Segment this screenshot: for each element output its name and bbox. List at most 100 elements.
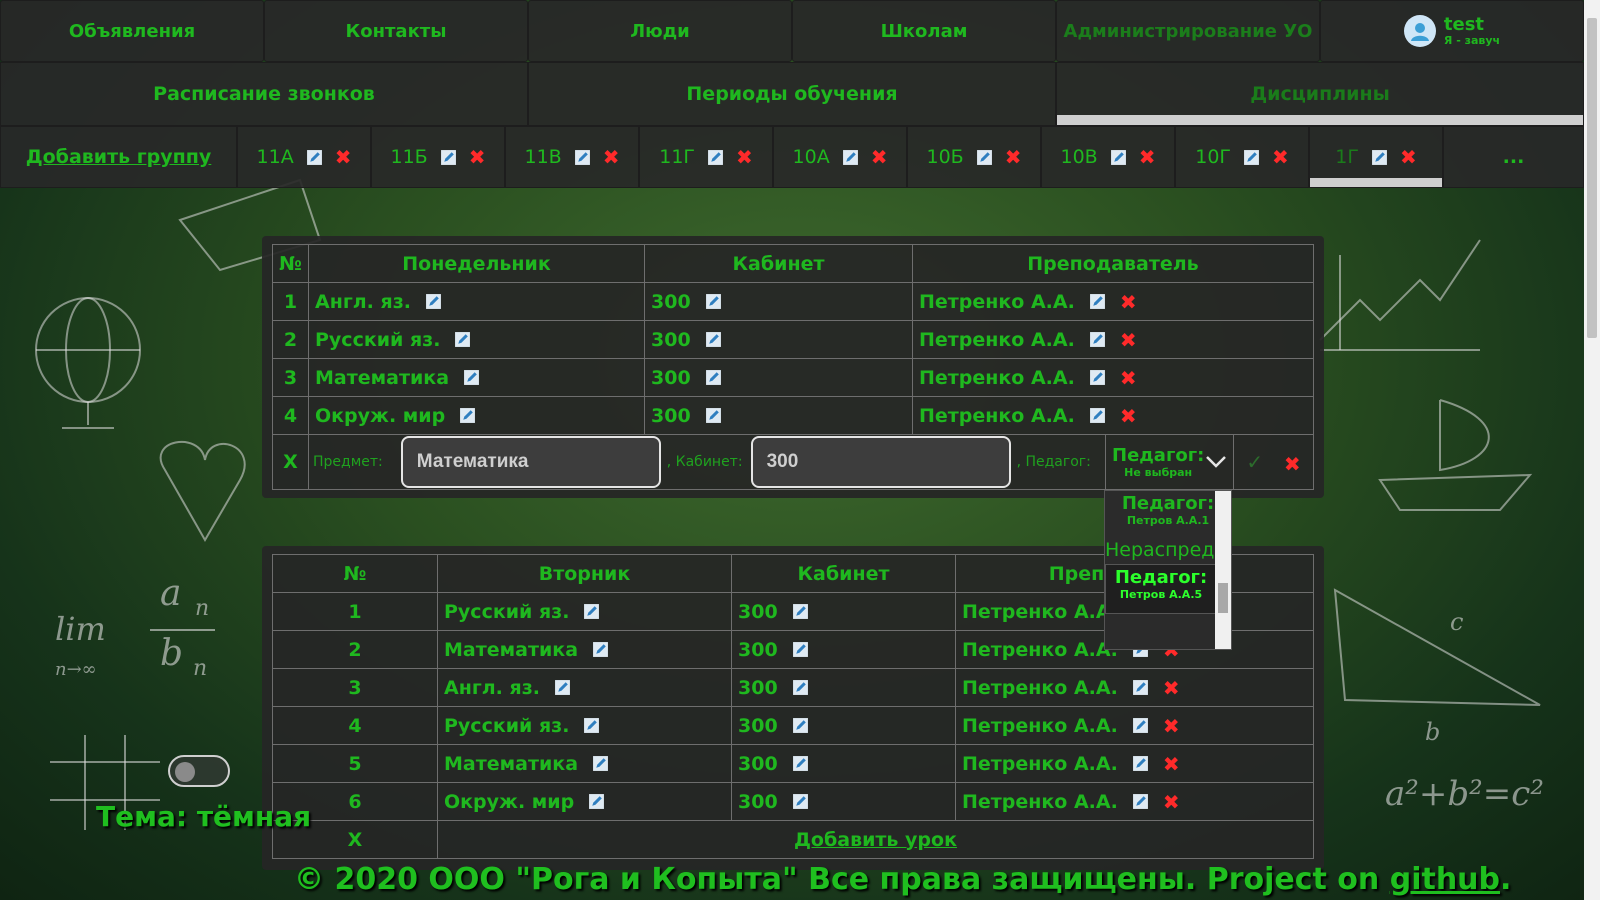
page-scroll-thumb[interactable] — [1587, 18, 1597, 338]
edit-icon[interactable] — [792, 755, 809, 772]
delete-icon[interactable]: ✖ — [1120, 292, 1137, 312]
lesson-subject: Англ. яз. — [444, 676, 540, 699]
svg-text:c: c — [1450, 608, 1463, 636]
edit-icon[interactable] — [1089, 331, 1106, 348]
theme-toggle[interactable] — [168, 755, 230, 787]
nav-announcements[interactable]: Объявления — [0, 0, 264, 62]
edit-icon[interactable] — [554, 679, 571, 696]
edit-icon[interactable] — [707, 149, 724, 166]
teacher-select-value: Не выбран — [1124, 466, 1193, 479]
svg-text:b: b — [1425, 718, 1440, 746]
nav-people[interactable]: Люди — [528, 0, 792, 62]
group-tab[interactable]: 10А ✖ — [773, 126, 907, 188]
dropdown-scrollbar[interactable] — [1215, 491, 1231, 649]
edit-icon[interactable] — [1132, 717, 1149, 734]
delete-icon[interactable]: ✖ — [469, 147, 486, 167]
edit-icon[interactable] — [792, 603, 809, 620]
room-input[interactable]: 300 — [750, 436, 1011, 488]
edit-icon[interactable] — [1132, 755, 1149, 772]
edit-icon[interactable] — [1089, 293, 1106, 310]
edit-icon[interactable] — [592, 641, 609, 658]
dropdown-scroll-thumb[interactable] — [1218, 583, 1228, 613]
teacher-select[interactable]: Педагог: Не выбран — [1106, 435, 1233, 489]
group-tab[interactable]: 11Б ✖ — [371, 126, 505, 188]
edit-icon[interactable] — [1110, 149, 1127, 166]
edit-icon[interactable] — [705, 407, 722, 424]
edit-icon[interactable] — [1132, 793, 1149, 810]
delete-icon[interactable]: ✖ — [1120, 406, 1137, 426]
edit-icon[interactable] — [976, 149, 993, 166]
tab-disciplines[interactable]: Дисциплины — [1056, 62, 1584, 126]
user-name: test — [1443, 14, 1485, 36]
edit-icon[interactable] — [1243, 149, 1260, 166]
edit-icon[interactable] — [459, 407, 476, 424]
edit-icon[interactable] — [583, 717, 600, 734]
chevron-down-icon — [1206, 456, 1226, 468]
edit-icon[interactable] — [1089, 369, 1106, 386]
more-groups-button[interactable]: ... — [1443, 126, 1584, 188]
teacher-option[interactable]: Педагог: Петров А.А.1 — [1105, 491, 1231, 537]
edit-icon[interactable] — [1089, 407, 1106, 424]
edit-icon[interactable] — [705, 369, 722, 386]
tab-bell-schedule[interactable]: Расписание звонков — [0, 62, 528, 126]
confirm-icon[interactable]: ✓ — [1246, 450, 1263, 474]
user-menu[interactable]: test Я - завуч — [1320, 0, 1584, 62]
delete-icon[interactable]: ✖ — [335, 147, 352, 167]
edit-icon[interactable] — [705, 293, 722, 310]
edit-icon[interactable] — [306, 149, 323, 166]
edit-icon[interactable] — [1132, 679, 1149, 696]
group-tab[interactable]: 11Г ✖ — [639, 126, 773, 188]
group-tab[interactable]: 10Г ✖ — [1175, 126, 1309, 188]
edit-icon[interactable] — [792, 641, 809, 658]
edit-icon[interactable] — [583, 603, 600, 620]
teacher-dropdown-list[interactable]: Педагог: Петров А.А.1 Нераспределённые: … — [1104, 490, 1232, 650]
lesson-number: 2 — [272, 320, 309, 359]
github-link[interactable]: github — [1390, 862, 1500, 897]
group-tab[interactable]: 11В ✖ — [505, 126, 639, 188]
delete-icon[interactable]: ✖ — [1139, 147, 1156, 167]
table-row: 5 Математика 300 Петренко А.А. ✖ — [272, 744, 1314, 783]
delete-icon[interactable]: ✖ — [1120, 330, 1137, 350]
edit-icon[interactable] — [588, 793, 605, 810]
group-tab[interactable]: 10В ✖ — [1041, 126, 1175, 188]
delete-icon[interactable]: ✖ — [1163, 716, 1180, 736]
tab-study-periods[interactable]: Периоды обучения — [528, 62, 1056, 126]
edit-icon[interactable] — [574, 149, 591, 166]
edit-icon[interactable] — [463, 369, 480, 386]
page-scrollbar[interactable] — [1584, 0, 1600, 900]
delete-icon[interactable]: ✖ — [1163, 754, 1180, 774]
delete-icon[interactable]: ✖ — [736, 147, 753, 167]
teacher-option-selected[interactable]: Педагог: Петров А.А.5 — [1105, 564, 1217, 614]
edit-icon[interactable] — [425, 293, 442, 310]
nav-schools[interactable]: Школам — [792, 0, 1056, 62]
add-group-link[interactable]: Добавить группу — [0, 126, 237, 188]
delete-icon[interactable]: ✖ — [1272, 147, 1289, 167]
edit-icon[interactable] — [792, 717, 809, 734]
nav-contacts[interactable]: Контакты — [264, 0, 528, 62]
delete-icon[interactable]: ✖ — [1163, 792, 1180, 812]
lesson-subject: Русский яз. — [315, 328, 441, 351]
edit-icon[interactable] — [792, 679, 809, 696]
nav-admin[interactable]: Администрирование УО — [1056, 0, 1320, 62]
subject-input[interactable]: Математика — [400, 436, 661, 488]
edit-icon[interactable] — [454, 331, 471, 348]
group-tab-active[interactable]: 1Г ✖ — [1309, 126, 1443, 188]
edit-icon[interactable] — [792, 793, 809, 810]
delete-icon[interactable]: ✖ — [603, 147, 620, 167]
delete-icon[interactable]: ✖ — [871, 147, 888, 167]
edit-icon[interactable] — [705, 331, 722, 348]
group-tab[interactable]: 11А ✖ — [237, 126, 371, 188]
edit-icon[interactable] — [842, 149, 859, 166]
add-lesson-link[interactable]: Добавить урок — [437, 820, 1314, 859]
lesson-room: 300 — [738, 638, 778, 661]
delete-icon[interactable]: ✖ — [1400, 147, 1417, 167]
delete-icon[interactable]: ✖ — [1120, 368, 1137, 388]
edit-icon[interactable] — [592, 755, 609, 772]
delete-icon[interactable]: ✖ — [1005, 147, 1022, 167]
cancel-icon[interactable]: ✖ — [1284, 454, 1301, 474]
delete-icon[interactable]: ✖ — [1163, 678, 1180, 698]
group-tab[interactable]: 10Б ✖ — [907, 126, 1041, 188]
footer-text: © 2020 ООО "Рога и Копыта" Все права защ… — [294, 862, 1390, 897]
edit-icon[interactable] — [1371, 149, 1388, 166]
edit-icon[interactable] — [440, 149, 457, 166]
